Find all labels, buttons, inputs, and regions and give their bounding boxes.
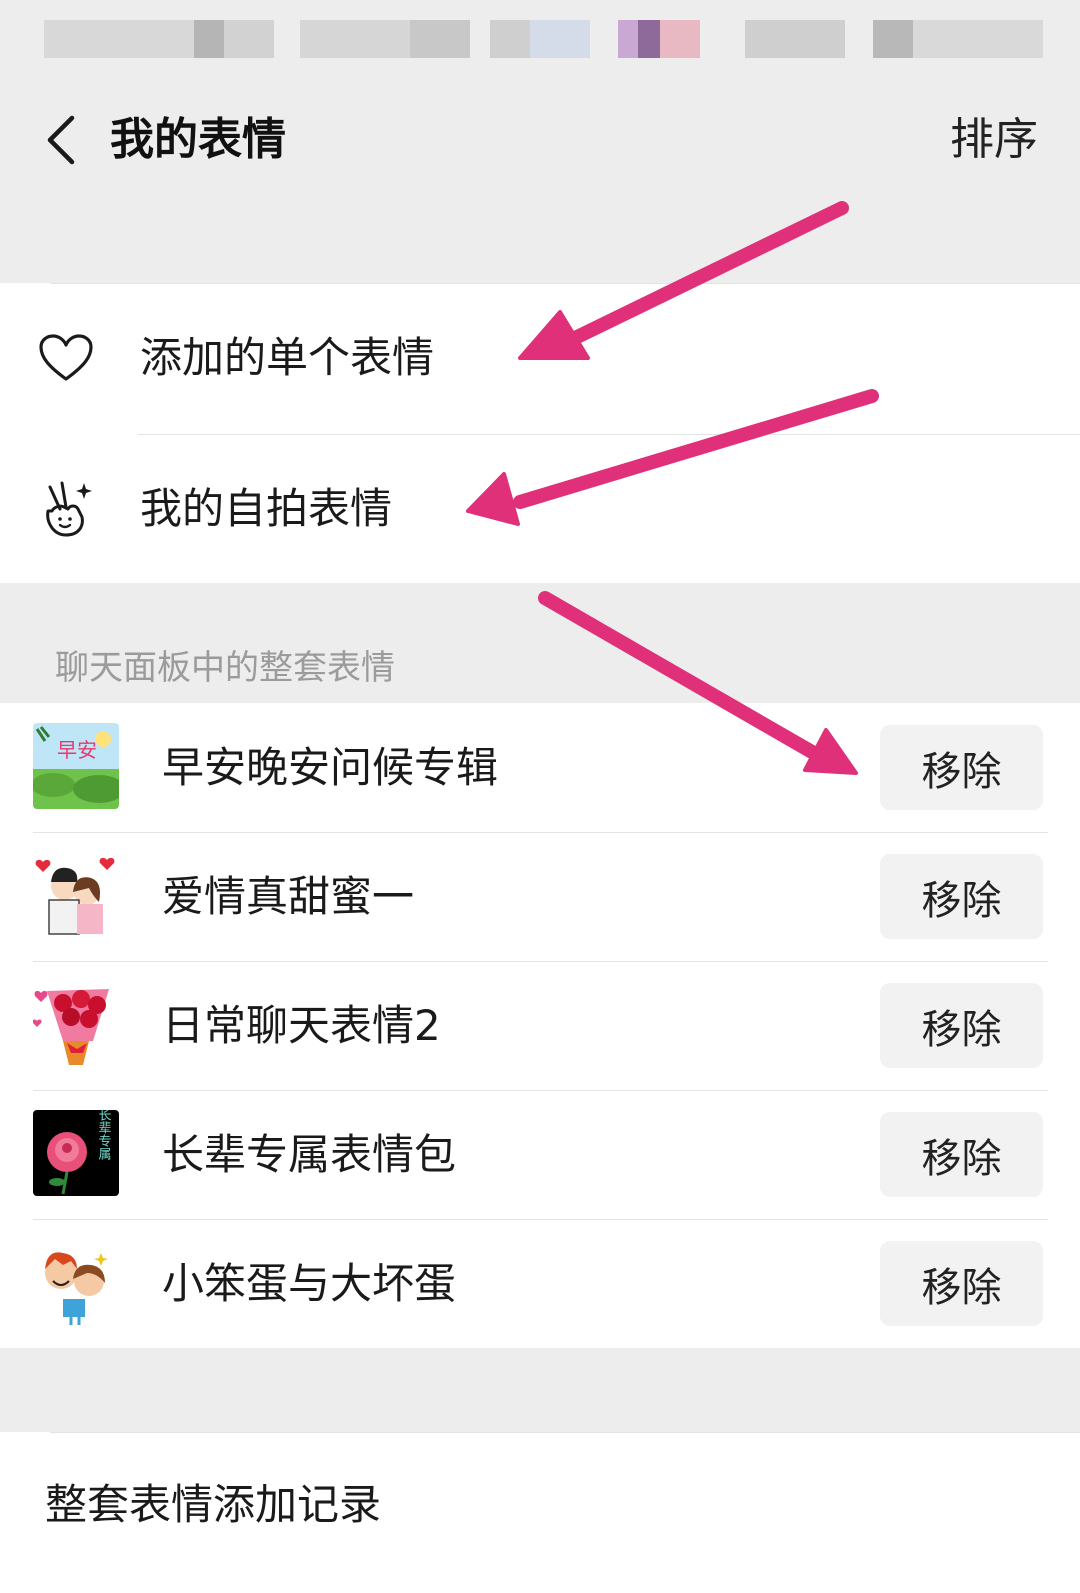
back-button[interactable] — [30, 102, 90, 178]
remove-button[interactable]: 移除 — [880, 854, 1043, 939]
sticker-set-name: 日常聊天表情2 — [162, 1001, 441, 1050]
thumbnail-text: 早安 — [57, 738, 97, 762]
chevron-left-icon — [47, 115, 75, 165]
sticker-set-name: 早安晚安问候专辑 — [162, 743, 499, 792]
remove-button[interactable]: 移除 — [880, 1112, 1043, 1197]
remove-button[interactable]: 移除 — [880, 983, 1043, 1068]
list-item: 早安 早安晚安问候专辑 移除 — [0, 703, 1080, 832]
page-title: 我的表情 — [110, 114, 286, 165]
section-label: 聊天面板中的整套表情 — [55, 648, 395, 688]
selfie-stickers-item[interactable]: 我的自拍表情 — [0, 434, 1080, 584]
thumbnail-text: 长辈专属 — [96, 1110, 112, 1161]
sticker-set-thumbnail — [33, 852, 119, 938]
remove-button[interactable]: 移除 — [880, 1241, 1043, 1326]
app-screen: 我的表情 排序 添加的单个表情 我的自拍表情 聊天面板中的整套表情 早安 早安晚… — [0, 0, 1080, 1593]
victory-hand-icon — [38, 481, 94, 537]
nav-bar: 我的表情 排序 — [0, 80, 1080, 200]
sticker-set-thumbnail: 长辈专属 — [33, 1110, 119, 1196]
divider — [50, 1432, 1080, 1433]
sticker-sets-panel: 早安 早安晚安问候专辑 移除 爱情真甜蜜一 移除 日常聊天表情2 移除 长辈专属… — [0, 703, 1080, 1348]
status-bar-blurred — [0, 0, 1080, 80]
list-item: 长辈专属 长辈专属表情包 移除 — [0, 1090, 1080, 1219]
sticker-set-name: 长辈专属表情包 — [162, 1130, 457, 1179]
remove-button[interactable]: 移除 — [880, 725, 1043, 810]
sticker-set-name: 爱情真甜蜜一 — [162, 872, 415, 921]
sticker-set-thumbnail: 早安 — [33, 723, 119, 809]
list-item: 日常聊天表情2 移除 — [0, 961, 1080, 1090]
selfie-stickers-label: 我的自拍表情 — [140, 484, 393, 533]
sticker-set-history-item[interactable]: 整套表情添加记录 — [45, 1455, 381, 1555]
sort-button[interactable]: 排序 — [950, 80, 1038, 200]
sticker-set-name: 小笨蛋与大坏蛋 — [162, 1259, 457, 1308]
single-stickers-item[interactable]: 添加的单个表情 — [0, 283, 1080, 433]
single-stickers-label: 添加的单个表情 — [140, 333, 435, 382]
personal-stickers-panel: 添加的单个表情 我的自拍表情 — [0, 283, 1080, 583]
heart-icon — [38, 330, 94, 386]
list-item: 小笨蛋与大坏蛋 移除 — [0, 1219, 1080, 1348]
list-item: 爱情真甜蜜一 移除 — [0, 832, 1080, 961]
sticker-set-thumbnail — [33, 981, 119, 1067]
sticker-set-thumbnail — [33, 1239, 119, 1325]
